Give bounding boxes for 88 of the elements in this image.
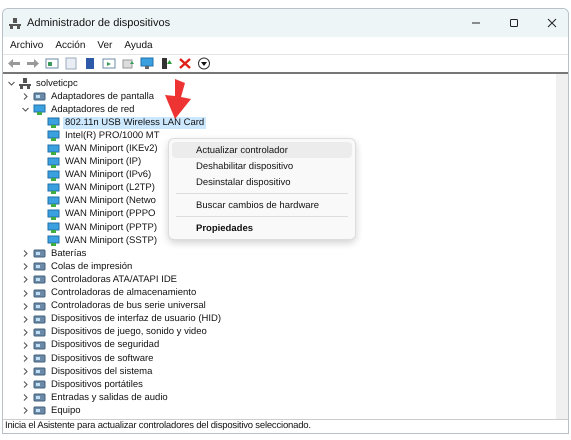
network-icon: [47, 208, 60, 220]
context-menu-item[interactable]: Deshabilitar dispositivo: [172, 158, 352, 174]
device-icon: [33, 340, 46, 351]
context-menu-item[interactable]: Actualizar controlador: [172, 142, 352, 158]
tree-item[interactable]: Baterías: [49, 248, 88, 260]
tree-item[interactable]: WAN Miniport (PPTP): [63, 222, 160, 234]
network-icon: [47, 156, 60, 168]
expand-chevron-icon[interactable]: [21, 249, 30, 258]
tree-item[interactable]: Controladoras de almacenamiento: [49, 287, 198, 300]
menu-item[interactable]: Acción: [50, 40, 90, 51]
expand-chevron-icon[interactable]: [21, 262, 30, 272]
device-icon: [33, 405, 46, 416]
device-icon: [33, 248, 46, 260]
device-icon: [33, 288, 46, 299]
tree-item[interactable]: Dispositivos de interfaz de usuario (HID): [49, 313, 224, 326]
context-menu-item[interactable]: Buscar cambios de hardware: [172, 197, 352, 213]
expand-chevron-icon[interactable]: [21, 288, 30, 298]
device-icon: [33, 379, 46, 390]
tree-item[interactable]: Equipo: [49, 404, 83, 417]
tree-item[interactable]: Adaptadores de pantalla: [49, 90, 156, 103]
tree-item[interactable]: WAN Miniport (SSTP): [63, 234, 160, 247]
tree-item[interactable]: 802.11n USB Wireless LAN Card: [63, 116, 206, 129]
tree-item[interactable]: Dispositivos de software: [49, 352, 156, 365]
device-icon: [33, 366, 46, 378]
window-title: Administrador de dispositivos: [27, 17, 172, 29]
tree-item[interactable]: solveticpc: [34, 78, 80, 90]
download-icon[interactable]: [197, 57, 211, 70]
maximize-icon[interactable]: [509, 18, 519, 28]
tree-item[interactable]: WAN Miniport (Netwo: [63, 195, 158, 208]
back-icon[interactable]: [7, 57, 21, 70]
network-icon: [47, 170, 60, 181]
expand-chevron-icon[interactable]: [21, 275, 30, 284]
delete-icon[interactable]: [178, 57, 192, 70]
expand-chevron-icon[interactable]: [21, 328, 30, 337]
device-icon: [33, 300, 46, 312]
tree-item[interactable]: Dispositivos del sistema: [49, 366, 154, 378]
collapse-chevron-icon[interactable]: [7, 79, 16, 88]
device-icon: [33, 91, 46, 102]
expand-chevron-icon[interactable]: [21, 406, 30, 416]
menu-item[interactable]: Archivo: [5, 40, 48, 51]
tree-item[interactable]: WAN Miniport (PPPO: [63, 208, 158, 220]
tree-item[interactable]: WAN Miniport (IPv6): [63, 169, 154, 182]
tree-item[interactable]: Controladoras ATA/ATAPI IDE: [49, 274, 180, 286]
update-driver-icon[interactable]: [159, 57, 173, 70]
tree-item[interactable]: Dispositivos de juego, sonido y video: [49, 326, 209, 338]
tree-item[interactable]: Dispositivos de seguridad: [49, 339, 162, 352]
network-icon: [47, 196, 60, 207]
forward-icon[interactable]: [26, 57, 40, 70]
tree-item[interactable]: Controladoras de bus serie universal: [49, 300, 208, 312]
expand-chevron-icon[interactable]: [21, 367, 30, 376]
expand-chevron-icon[interactable]: [21, 354, 30, 364]
expand-chevron-icon[interactable]: [21, 314, 30, 324]
device-icon: [33, 392, 46, 404]
context-menu-item[interactable]: Propiedades: [172, 220, 352, 236]
menu-item[interactable]: Ver: [92, 40, 118, 51]
tree-item[interactable]: WAN Miniport (IP): [63, 156, 144, 168]
network-icon: [47, 235, 60, 246]
tree-item[interactable]: WAN Miniport (IKEv2): [63, 143, 160, 156]
context-menu-item[interactable]: Desinstalar dispositivo: [172, 174, 352, 190]
device-icon: [33, 314, 46, 325]
close-icon[interactable]: [547, 18, 557, 28]
device-icon: [33, 353, 46, 364]
tree-item[interactable]: WAN Miniport (L2TP): [63, 182, 157, 194]
computer-icon: [9, 18, 21, 28]
tree-item[interactable]: Intel(R) PRO/1000 MT: [63, 130, 162, 142]
tree-item[interactable]: Adaptadores de red: [49, 104, 136, 116]
tree-item[interactable]: Dispositivos portátiles: [49, 378, 145, 391]
menu-item[interactable]: Ayuda: [119, 40, 158, 51]
computer-icon: [19, 78, 31, 90]
network-icon: [47, 144, 60, 155]
status-text: Inicia el Asistente para actualizar controladores del dispositivo seleccionado.: [3, 419, 568, 433]
device-icon: [33, 274, 46, 286]
tree-item[interactable]: Entradas y salidas de audio: [49, 392, 170, 404]
device-icon: [33, 261, 46, 272]
expand-chevron-icon[interactable]: [21, 302, 30, 311]
network-icon: [47, 117, 60, 128]
device-icon: [33, 326, 46, 338]
tree-item[interactable]: Colas de impresión: [49, 260, 134, 273]
monitor-icon[interactable]: [140, 57, 154, 70]
expand-chevron-icon[interactable]: [21, 340, 30, 350]
network-icon: [33, 104, 46, 116]
network-icon: [47, 222, 60, 234]
network-icon: [47, 182, 60, 194]
network-icon: [47, 130, 60, 142]
collapse-chevron-icon[interactable]: [21, 105, 30, 114]
expand-chevron-icon[interactable]: [21, 393, 30, 402]
expand-chevron-icon[interactable]: [21, 92, 30, 102]
expand-chevron-icon[interactable]: [21, 380, 30, 390]
